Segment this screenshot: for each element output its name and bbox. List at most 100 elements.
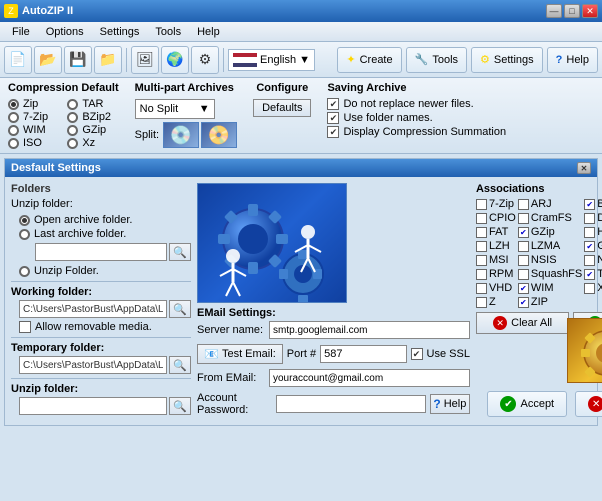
radio-7zip[interactable] <box>8 112 19 123</box>
open-archive-option[interactable]: Open archive folder. <box>19 214 191 226</box>
unzip-folder-path-input[interactable] <box>19 397 167 415</box>
working-folder-input[interactable] <box>19 300 167 318</box>
assoc-arj[interactable]: ARJ <box>518 198 582 210</box>
chk-cpio[interactable] <box>476 213 487 224</box>
toolbar-btn-1[interactable]: 📄 <box>4 46 32 74</box>
assoc-cramfs[interactable]: CramFS <box>518 212 582 224</box>
compression-tar[interactable]: TAR <box>67 98 118 110</box>
compression-7zip[interactable]: 7-Zip <box>8 111 59 123</box>
toolbar-btn-3[interactable]: 💾 <box>64 46 92 74</box>
help-button-email[interactable]: ? Help <box>430 394 470 414</box>
assoc-rpm[interactable]: RPM <box>476 268 516 280</box>
chk-gzip3[interactable]: ✔ <box>584 241 595 252</box>
chk-msi[interactable] <box>476 255 487 266</box>
assoc-hfs[interactable]: HFS <box>584 226 602 238</box>
compression-iso[interactable]: ISO <box>8 137 59 149</box>
toolbar-btn-4[interactable]: 📁 <box>94 46 122 74</box>
toolbar-btn-7[interactable]: ⚙ <box>191 46 219 74</box>
clear-all-button[interactable]: ✕ Clear All <box>476 312 569 334</box>
chk-ntfs[interactable] <box>584 255 595 266</box>
chk-7zip[interactable] <box>476 199 487 210</box>
radio-tar[interactable] <box>67 99 78 110</box>
menu-file[interactable]: File <box>4 24 38 40</box>
allow-removable-row[interactable]: Allow removable media. <box>19 321 191 333</box>
radio-unzip-folder[interactable] <box>19 266 30 277</box>
settings-button[interactable]: ⚙ Settings <box>471 47 543 73</box>
assoc-zip[interactable]: ✔ZIP <box>518 296 582 308</box>
unzip-folder-option[interactable]: Unzip Folder. <box>19 265 191 277</box>
chk-lzma[interactable] <box>518 241 529 252</box>
radio-bzip2[interactable] <box>67 112 78 123</box>
language-select[interactable]: English ▼ <box>228 49 315 71</box>
accept-button[interactable]: ✔ Accept <box>487 391 567 417</box>
menu-options[interactable]: Options <box>38 24 92 40</box>
radio-gzip[interactable] <box>67 125 78 136</box>
unzip-browse-button[interactable]: 🔍 <box>169 243 191 261</box>
create-button[interactable]: ✦ Create <box>337 47 401 73</box>
chk-allow-removable[interactable] <box>19 321 31 333</box>
assoc-cpio[interactable]: CPIO <box>476 212 516 224</box>
menu-settings[interactable]: Settings <box>92 24 148 40</box>
chk-gzip2[interactable]: ✔ <box>518 227 529 238</box>
multipart-select[interactable]: No Split ▼ <box>135 99 215 119</box>
temp-folder-input[interactable] <box>19 356 167 374</box>
tools-button[interactable]: 🔧 Tools <box>406 47 467 73</box>
chk-nsis[interactable] <box>518 255 529 266</box>
chk-no-replace[interactable]: ✔ <box>327 98 339 110</box>
compression-zip[interactable]: Zip <box>8 98 59 110</box>
assoc-lzma[interactable]: LZMA <box>518 240 582 252</box>
minimize-button[interactable]: — <box>546 4 562 18</box>
chk-vhd[interactable] <box>476 283 487 294</box>
working-browse-button[interactable]: 🔍 <box>169 300 191 318</box>
last-archive-option[interactable]: Last archive folder. <box>19 228 191 240</box>
assoc-lzh[interactable]: LZH <box>476 240 516 252</box>
chk-ssl[interactable]: ✔ <box>411 348 423 360</box>
toolbar-btn-6[interactable]: 🌍 <box>161 46 189 74</box>
from-email-input[interactable] <box>269 369 470 387</box>
chk-cramfs[interactable] <box>518 213 529 224</box>
assoc-nsis[interactable]: NSIS <box>518 254 582 266</box>
maximize-button[interactable]: □ <box>564 4 580 18</box>
assoc-gzip3[interactable]: ✔GZip <box>584 240 602 252</box>
port-input[interactable] <box>320 345 406 363</box>
server-input[interactable] <box>269 321 470 339</box>
assoc-bzip2[interactable]: ✔BZip2 <box>584 198 602 210</box>
chk-zip[interactable]: ✔ <box>518 297 529 308</box>
chk-use-folder[interactable]: ✔ <box>327 112 339 124</box>
chk-xar[interactable] <box>584 283 595 294</box>
help-button[interactable]: ? Help <box>547 47 598 73</box>
compression-xz[interactable]: Xz <box>67 137 118 149</box>
assoc-xar[interactable]: XAR <box>584 282 602 294</box>
radio-wim[interactable] <box>8 125 19 136</box>
chk-display-comp[interactable]: ✔ <box>327 126 339 138</box>
compression-gzip[interactable]: GZip <box>67 124 118 136</box>
chk-tar[interactable]: ✔ <box>584 269 595 280</box>
radio-iso[interactable] <box>8 138 19 149</box>
defaults-button[interactable]: Defaults <box>253 99 311 117</box>
chk-fat[interactable] <box>476 227 487 238</box>
chk-squashfs[interactable] <box>518 269 529 280</box>
toolbar-btn-2[interactable]: 📂 <box>34 46 62 74</box>
radio-xz[interactable] <box>67 138 78 149</box>
assoc-ntfs[interactable]: NTFS <box>584 254 602 266</box>
unzip-path-input[interactable] <box>35 243 167 261</box>
toolbar-btn-5[interactable]: 🖼 <box>131 46 159 74</box>
chk-hfs[interactable] <box>584 227 595 238</box>
assoc-vhd[interactable]: VHD <box>476 282 516 294</box>
assoc-msi[interactable]: MSI <box>476 254 516 266</box>
assoc-wim[interactable]: ✔WIM <box>518 282 582 294</box>
assoc-tar[interactable]: ✔TAR <box>584 268 602 280</box>
chk-bzip2[interactable]: ✔ <box>584 199 595 210</box>
chk-deb[interactable] <box>584 213 595 224</box>
assoc-fat[interactable]: FAT <box>476 226 516 238</box>
compression-bzip2[interactable]: BZip2 <box>67 111 118 123</box>
test-email-button[interactable]: 📧 Test Email: <box>197 344 283 364</box>
chk-z[interactable] <box>476 297 487 308</box>
password-input[interactable] <box>276 395 426 413</box>
chk-arj[interactable] <box>518 199 529 210</box>
cancel-button[interactable]: ✕ Cancel <box>575 391 602 417</box>
close-button[interactable]: ✕ <box>582 4 598 18</box>
chk-lzh[interactable] <box>476 241 487 252</box>
assoc-squashfs[interactable]: SquashFS <box>518 268 582 280</box>
temp-browse-button[interactable]: 🔍 <box>169 356 191 374</box>
